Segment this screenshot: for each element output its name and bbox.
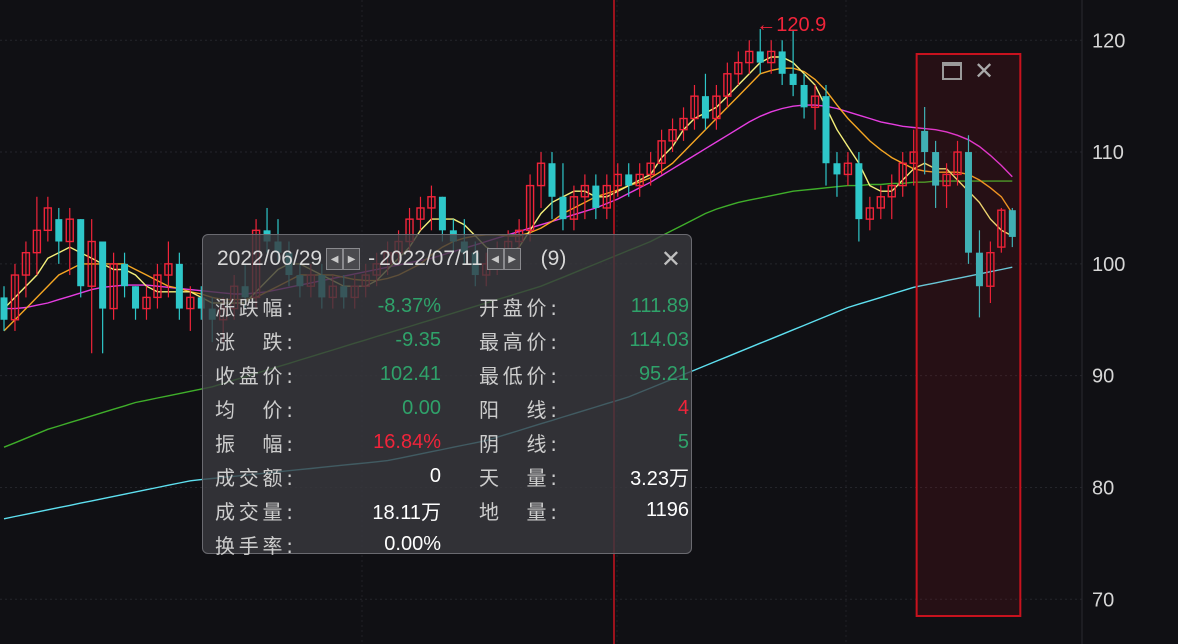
candle-body <box>77 219 84 286</box>
stats-row: 涨跌幅:-8.37% <box>215 291 425 321</box>
stats-row: 成交量:18.11万 <box>215 495 425 525</box>
close-icon[interactable]: ✕ <box>974 62 994 80</box>
stats-value: -9.35 <box>395 329 441 352</box>
bar-count: (9) <box>541 247 567 271</box>
stats-row: 最低价: 95.21 <box>479 359 689 389</box>
y-tick-label: 80 <box>1092 477 1114 499</box>
stats-value: 102.41 <box>380 363 441 386</box>
stats-row: 振 幅:16.84% <box>215 427 425 457</box>
maximize-icon[interactable] <box>942 62 962 80</box>
y-tick-label: 70 <box>1092 589 1114 611</box>
start-prev-icon[interactable]: ◀ <box>326 248 343 270</box>
stats-label: 涨 跌: <box>215 326 293 355</box>
stats-row: 阳 线: 4 <box>479 393 689 423</box>
end-date-stepper: ◀ ▶ <box>487 248 521 270</box>
stats-row: 阴 线: 5 <box>479 427 689 457</box>
interval-stats-popup: 2022/06/29 ◀ ▶ - 2022/07/11 ◀ ▶ (9) ✕ 涨跌… <box>202 234 692 554</box>
candle-body <box>823 96 830 163</box>
candle-body <box>132 286 139 308</box>
stats-label: 涨跌幅: <box>215 292 293 321</box>
candle-body <box>855 163 862 219</box>
end-date: 2022/07/11 <box>379 247 483 271</box>
stats-value: 18.11万 <box>372 496 441 525</box>
stats-row: 开盘价: 111.89 <box>479 291 689 321</box>
candle-body <box>439 197 446 231</box>
y-tick-label: 120 <box>1092 30 1125 52</box>
candle-body <box>592 186 599 208</box>
stats-label: 振 幅: <box>215 428 293 457</box>
stats-label: 均 价: <box>215 394 293 423</box>
stats-label: 成交量: <box>215 496 293 525</box>
candle-body <box>176 264 183 309</box>
popup-header: 2022/06/29 ◀ ▶ - 2022/07/11 ◀ ▶ (9) ✕ <box>217 245 691 273</box>
end-prev-icon[interactable]: ◀ <box>487 248 504 270</box>
stats-value: 1196 <box>646 499 689 522</box>
candle-body <box>757 51 764 62</box>
close-icon[interactable]: ✕ <box>661 245 681 274</box>
candle-body <box>625 174 632 185</box>
candle-body <box>55 219 62 241</box>
candle-body <box>99 242 106 309</box>
start-date: 2022/06/29 <box>217 247 322 271</box>
stats-label: 阴 线: <box>479 428 557 457</box>
candle-body <box>549 163 556 197</box>
stats-value: 3.23万 <box>630 462 689 491</box>
selection-range-box[interactable] <box>917 54 1021 616</box>
stats-row: 换手率:0.00% <box>215 529 425 559</box>
candle-body <box>121 264 128 286</box>
stats-label: 地 量: <box>479 496 557 525</box>
stats-value: 16.84% <box>373 431 441 454</box>
stats-label: 换手率: <box>215 530 293 559</box>
y-tick-label: 110 <box>1092 142 1124 164</box>
stats-label: 成交额: <box>215 462 293 491</box>
candle-body <box>1 297 8 319</box>
stats-row: 地 量: 1196 <box>479 495 689 525</box>
stats-value: -8.37% <box>378 295 441 318</box>
y-tick-label: 90 <box>1092 366 1114 388</box>
stats-label: 阳 线: <box>479 394 557 423</box>
selection-toolbar: ✕ <box>942 62 994 80</box>
stats-row: 均 价:0.00 <box>215 393 425 423</box>
stats-label: 天 量: <box>479 462 557 491</box>
stats-row: 涨 跌:-9.35 <box>215 325 425 355</box>
stats-label: 收盘价: <box>215 360 293 389</box>
candle-body <box>801 85 808 107</box>
stats-row: 天 量: 3.23万 <box>479 461 689 491</box>
stats-value: 114.03 <box>629 329 689 352</box>
start-date-stepper: ◀ ▶ <box>326 248 360 270</box>
stats-value: 4 <box>678 397 689 420</box>
stats-label: 最高价: <box>479 326 557 355</box>
candle-body <box>790 74 797 85</box>
candle-body <box>833 163 840 174</box>
stats-label: 开盘价: <box>479 292 557 321</box>
start-next-icon[interactable]: ▶ <box>343 248 360 270</box>
stats-value: 0.00 <box>402 397 441 420</box>
y-axis-ticks: 120 110 100 90 80 70 <box>1092 30 1125 611</box>
stats-row: 成交额:0 <box>215 461 425 491</box>
candle-body <box>779 51 786 73</box>
stats-value: 0.00% <box>384 533 441 556</box>
candle-body <box>559 197 566 219</box>
end-next-icon[interactable]: ▶ <box>504 248 521 270</box>
stats-row: 收盘价:102.41 <box>215 359 425 389</box>
date-separator: - <box>368 247 375 271</box>
stats-value: 111.89 <box>631 295 689 318</box>
stats-label: 最低价: <box>479 360 557 389</box>
max-price-label: ←120.9 <box>756 14 826 36</box>
candle-body <box>702 96 709 118</box>
stats-row: 最高价: 114.03 <box>479 325 689 355</box>
y-tick-label: 100 <box>1092 254 1125 276</box>
stats-value: 5 <box>678 431 689 454</box>
stats-value: 0 <box>430 465 441 488</box>
stats-value: 95.21 <box>639 363 689 386</box>
